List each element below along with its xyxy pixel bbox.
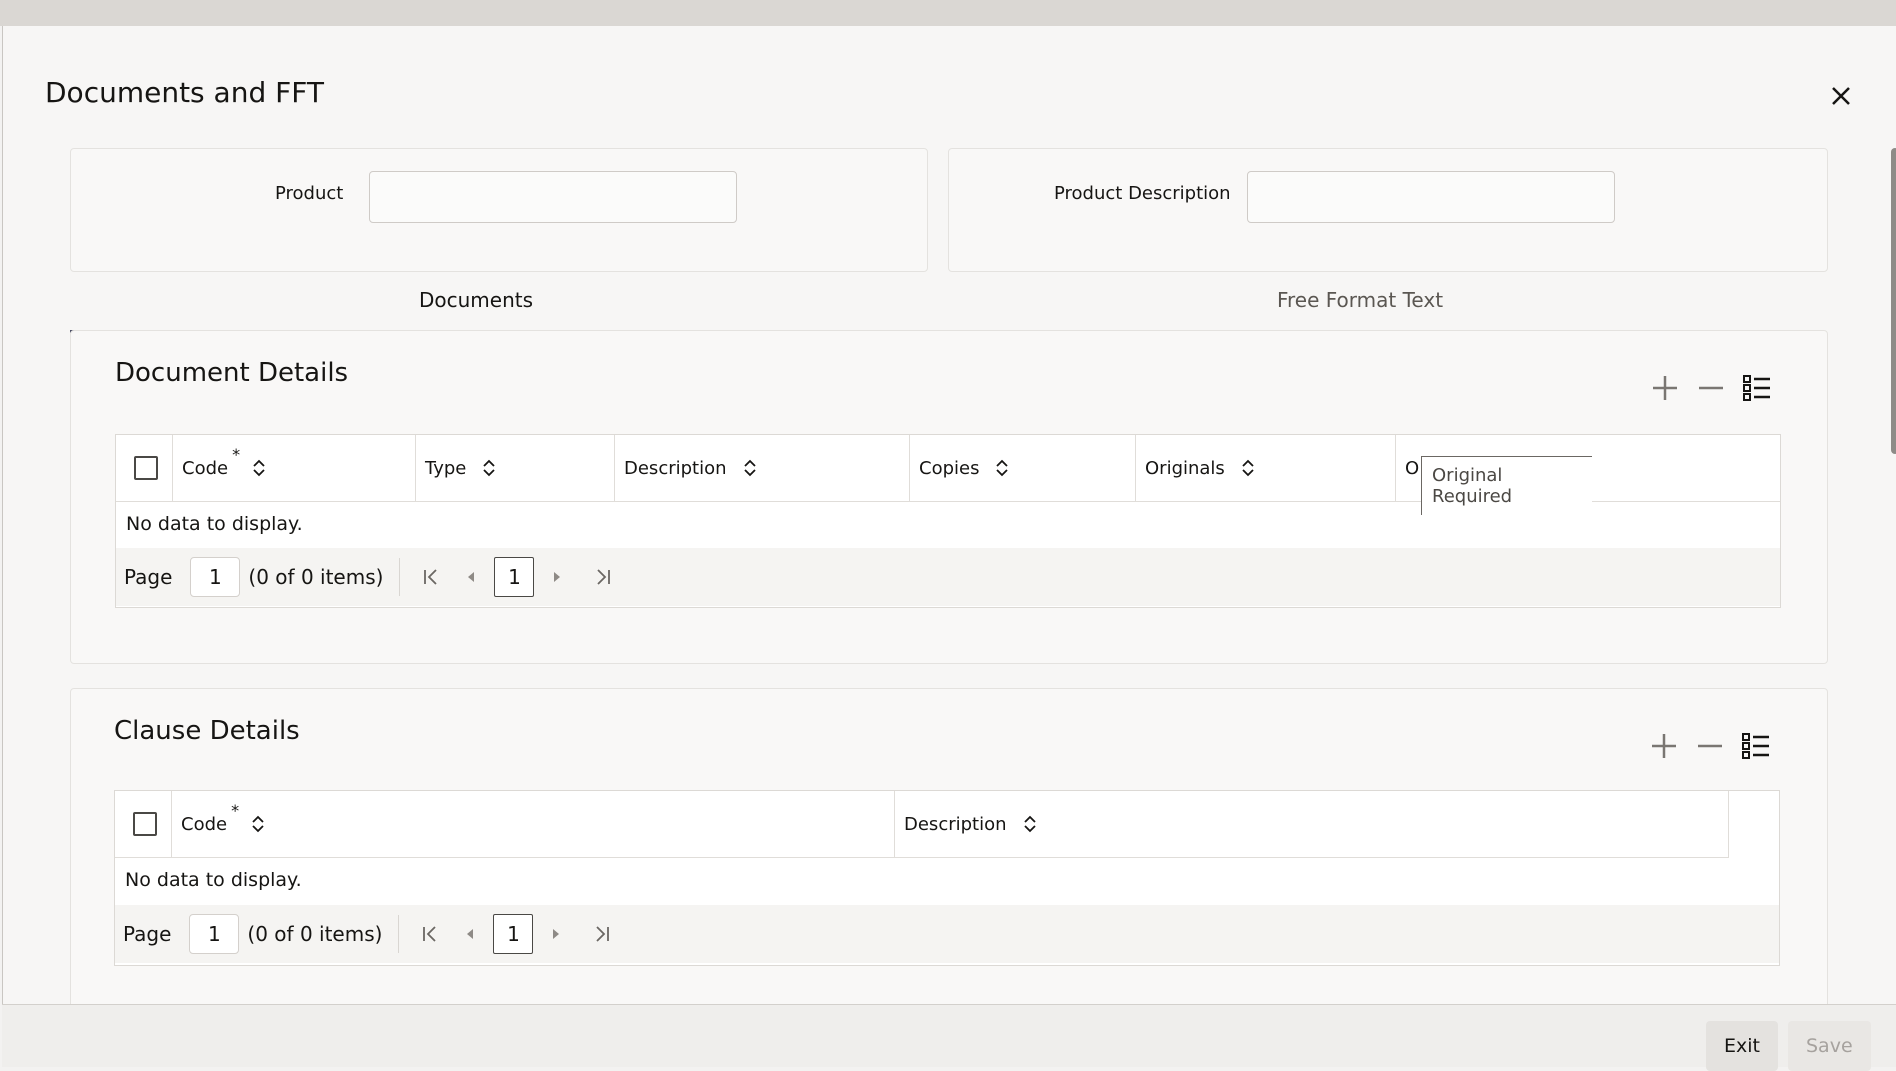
product-description-input[interactable] (1247, 171, 1615, 223)
dialog-footer: Exit Save (2, 1004, 1896, 1071)
page-label: Page (124, 565, 173, 589)
sort-icon[interactable] (482, 458, 496, 478)
dialog-title: Documents and FFT (45, 76, 324, 109)
add-icon (1653, 376, 1677, 400)
remove-row-button[interactable] (1690, 726, 1730, 766)
add-row-button[interactable] (1645, 368, 1685, 408)
next-page-icon (554, 572, 561, 582)
clause-details-title: Clause Details (114, 716, 300, 746)
first-page-icon (424, 569, 438, 585)
pager-divider (399, 558, 401, 596)
save-button[interactable]: Save (1788, 1021, 1871, 1071)
sort-icon[interactable] (743, 458, 757, 478)
add-row-button[interactable] (1644, 726, 1684, 766)
last-page-icon (597, 569, 611, 585)
select-all-checkbox[interactable] (133, 812, 157, 836)
item-count: (0 of 0 items) (247, 922, 383, 946)
previous-page-icon (468, 572, 475, 582)
next-page-button[interactable] (539, 915, 573, 953)
select-all-checkbox[interactable] (134, 456, 158, 480)
column-header-code[interactable]: Code * (171, 791, 895, 857)
column-list-button[interactable] (1736, 726, 1776, 766)
product-label: Product (275, 183, 344, 204)
close-icon (1832, 87, 1850, 105)
top-strip (0, 0, 1896, 26)
page-input[interactable]: 1 (190, 557, 241, 597)
tab-documents[interactable]: Documents (70, 270, 882, 333)
product-description-panel: Product Description (948, 148, 1828, 272)
remove-icon (1699, 386, 1723, 390)
column-header-copies[interactable]: Copies (909, 435, 1136, 501)
required-marker: * (231, 800, 240, 820)
next-page-icon (553, 929, 560, 939)
sort-icon[interactable] (1241, 458, 1255, 478)
previous-page-button[interactable] (454, 558, 488, 596)
first-page-button[interactable] (414, 558, 448, 596)
column-label: Type (425, 457, 467, 479)
column-list-button[interactable] (1737, 368, 1777, 408)
tab-free-format-text[interactable]: Free Format Text (1006, 270, 1714, 330)
current-page-button[interactable]: 1 (494, 557, 535, 597)
select-all-cell (115, 791, 172, 857)
column-label: Copies (919, 457, 980, 479)
column-label: Originals (1145, 457, 1225, 479)
column-header-description[interactable]: Description (894, 791, 1729, 857)
empty-message: No data to display. (125, 869, 302, 891)
exit-button[interactable]: Exit (1706, 1021, 1778, 1071)
column-label: Description (624, 457, 727, 479)
pagination: Page 1 (0 of 0 items) 1 (115, 905, 1779, 963)
remove-icon (1698, 744, 1722, 748)
pagination: Page 1 (0 of 0 items) 1 (116, 548, 1780, 606)
first-page-button[interactable] (413, 915, 447, 953)
previous-page-icon (467, 929, 474, 939)
required-marker: * (232, 444, 241, 464)
column-label: Code (181, 813, 228, 835)
column-list-icon (1742, 733, 1769, 759)
first-page-icon (423, 926, 437, 942)
product-input[interactable] (369, 171, 737, 223)
vertical-scrollbar[interactable] (1891, 148, 1896, 454)
select-all-cell (116, 435, 173, 501)
sort-icon[interactable] (251, 814, 265, 834)
document-details-title: Document Details (115, 358, 349, 388)
empty-message: No data to display. (126, 513, 303, 535)
last-page-button[interactable] (586, 558, 620, 596)
previous-page-button[interactable] (453, 915, 487, 953)
column-label: Description (904, 813, 1007, 835)
remove-row-button[interactable] (1691, 368, 1731, 408)
item-count: (0 of 0 items) (248, 565, 384, 589)
clause-details-table: Code * Description No data to display. P… (114, 790, 1780, 966)
column-list-icon (1743, 375, 1770, 401)
column-label: Code (182, 457, 229, 479)
page-input[interactable]: 1 (189, 914, 240, 954)
dialog: Documents and FFT Product Product Descri… (2, 26, 1896, 1066)
add-icon (1652, 734, 1676, 758)
last-page-icon (596, 926, 610, 942)
column-tooltip: Original Required (1421, 456, 1592, 515)
column-header-originals[interactable]: Originals (1135, 435, 1396, 501)
next-page-button[interactable] (540, 558, 574, 596)
column-header-type[interactable]: Type (415, 435, 615, 501)
last-page-button[interactable] (585, 915, 619, 953)
pager-divider (398, 915, 400, 953)
sort-icon[interactable] (995, 458, 1009, 478)
column-header-code[interactable]: Code * (172, 435, 416, 501)
product-panel: Product (70, 148, 928, 272)
page-label: Page (123, 922, 172, 946)
product-description-label: Product Description (1054, 183, 1231, 204)
column-label: O (1405, 457, 1420, 479)
sort-icon[interactable] (252, 458, 266, 478)
current-page-button[interactable]: 1 (493, 914, 534, 954)
sort-icon[interactable] (1023, 814, 1037, 834)
close-button[interactable] (1821, 76, 1861, 116)
table-header: Code * Description (115, 791, 1729, 858)
column-header-description[interactable]: Description (614, 435, 910, 501)
